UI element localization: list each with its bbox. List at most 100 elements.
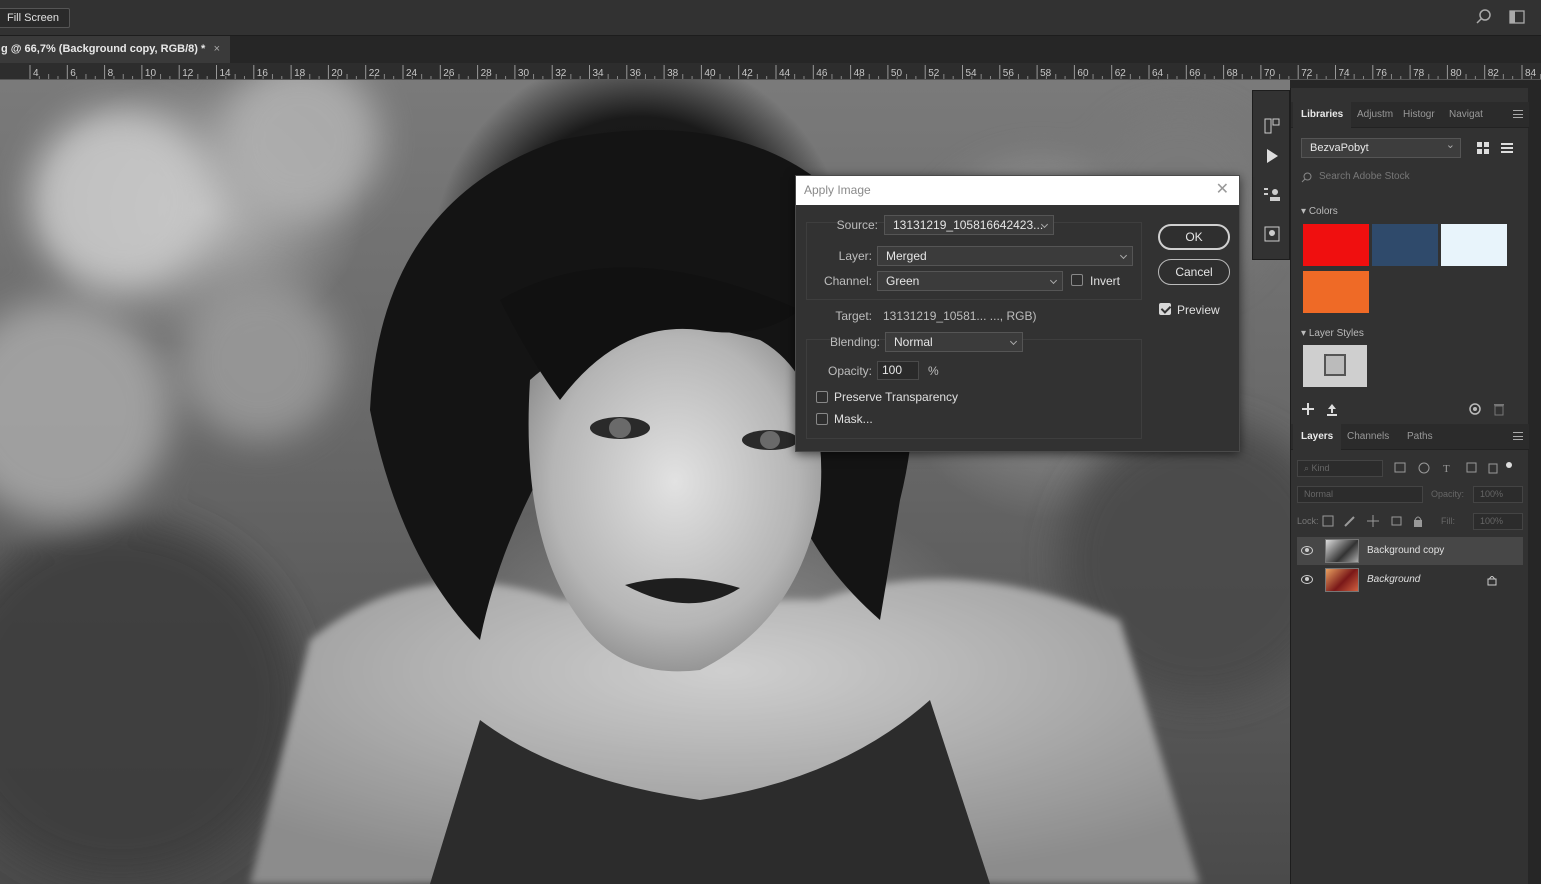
lock-icons[interactable]	[1321, 514, 1431, 528]
ruler-label: 18	[294, 68, 306, 79]
ruler-label: 8	[108, 68, 114, 79]
upload-icon[interactable]	[1325, 402, 1339, 416]
panel-menu-icon[interactable]	[1513, 110, 1523, 118]
layer-filter-icons[interactable]: T	[1393, 461, 1513, 475]
colors-header-label: Colors	[1308, 206, 1338, 217]
layer-select[interactable]: Merged	[877, 246, 1133, 266]
color-swatch-3[interactable]	[1441, 224, 1507, 266]
document-tab[interactable]: g @ 66,7% (Background copy, RGB/8) * ×	[0, 36, 230, 63]
preview-label[interactable]: Preview	[1177, 303, 1220, 317]
color-swatch-2[interactable]	[1372, 224, 1438, 266]
clone-source-icon[interactable]	[1263, 225, 1281, 243]
creative-cloud-icon[interactable]	[1467, 402, 1483, 416]
target-label: Target:	[835, 309, 872, 323]
color-swatch-1[interactable]	[1303, 224, 1369, 266]
ruler-label: 32	[555, 68, 567, 79]
properties-icon[interactable]	[1263, 185, 1281, 203]
ruler-label: 66	[1189, 68, 1201, 79]
ruler-label: 56	[1003, 68, 1015, 79]
tab-channels[interactable]: Channels	[1347, 424, 1389, 450]
preserve-transparency-checkbox[interactable]	[816, 391, 828, 403]
ruler-label: 74	[1339, 68, 1351, 79]
fill-screen-button[interactable]: Fill Screen	[0, 8, 70, 28]
blending-label: Blending:	[829, 335, 880, 349]
ok-button[interactable]: OK	[1158, 224, 1230, 250]
tab-layers[interactable]: Layers	[1293, 424, 1342, 450]
source-select[interactable]: 13131219_105816642423...	[884, 215, 1054, 235]
layer-style-thumbnail[interactable]	[1303, 345, 1367, 387]
ruler-label: 4	[33, 68, 39, 79]
add-icon[interactable]	[1301, 402, 1315, 416]
tab-navigator[interactable]: Navigat	[1449, 102, 1491, 128]
search-icon[interactable]	[1475, 8, 1493, 26]
channel-label: Channel:	[823, 274, 872, 288]
ruler-label: 40	[704, 68, 716, 79]
layer-styles-section-header[interactable]: ▾ Layer Styles	[1301, 328, 1364, 339]
trash-icon[interactable]	[1493, 402, 1505, 416]
ruler-label: 46	[816, 68, 828, 79]
tab-libraries[interactable]: Libraries	[1293, 102, 1352, 128]
ruler-ticks: 4 6 8 10 12 14 16 18 20 22 24 26 28 30 32 34 36 38 40 42 44 4…	[29, 65, 1541, 79]
color-swatch-4[interactable]	[1303, 271, 1369, 313]
channel-select[interactable]: Green	[877, 271, 1063, 291]
eye-icon[interactable]	[1301, 575, 1313, 584]
lock-label: Lock:	[1297, 516, 1319, 526]
preview-checkbox[interactable]	[1159, 303, 1171, 315]
layer-row-background[interactable]: Background	[1297, 566, 1523, 594]
ruler-label: 72	[1301, 68, 1313, 79]
eye-icon[interactable]	[1301, 546, 1313, 555]
history-icon[interactable]	[1263, 117, 1281, 135]
tab-histogram[interactable]: Histogr	[1403, 102, 1443, 128]
apply-image-dialog: Apply Image ✕ Source: 13131219_105816642…	[795, 175, 1240, 452]
layer-row-background-copy[interactable]: Background copy	[1297, 537, 1523, 565]
ruler-label: 6	[70, 68, 76, 79]
library-select[interactable]: BezvaPobyt	[1301, 136, 1461, 158]
tab-adjustments[interactable]: Adjustm	[1357, 102, 1397, 128]
ruler-label: 62	[1115, 68, 1127, 79]
invert-checkbox[interactable]	[1071, 274, 1083, 286]
close-icon[interactable]: ✕	[1216, 176, 1229, 204]
close-tab-icon[interactable]: ×	[214, 36, 220, 63]
tab-paths[interactable]: Paths	[1407, 424, 1433, 450]
colors-section-header[interactable]: ▾ Colors	[1301, 206, 1338, 217]
ruler-label: 14	[220, 68, 232, 79]
blending-select[interactable]: Normal	[885, 332, 1023, 352]
layer-opacity-input[interactable]: 100%	[1473, 486, 1523, 503]
play-actions-icon[interactable]	[1263, 147, 1281, 165]
panel-icon-strip	[1252, 90, 1290, 260]
stock-search-input[interactable]: Search Adobe Stock	[1299, 168, 1521, 186]
mask-label[interactable]: Mask...	[834, 412, 873, 426]
cancel-button[interactable]: Cancel	[1158, 259, 1230, 285]
search-icon	[1301, 172, 1312, 183]
ruler-label: 78	[1413, 68, 1425, 79]
libraries-tab-bar: Libraries Adjustm Histogr Navigat	[1291, 102, 1529, 128]
options-bar: Fill Screen	[0, 0, 1541, 36]
opacity-input[interactable]: 100	[877, 361, 919, 380]
ruler-label: 84	[1525, 68, 1537, 79]
list-view-icon[interactable]	[1499, 140, 1515, 156]
layer-name: Background	[1367, 574, 1421, 585]
ruler-label: 64	[1152, 68, 1164, 79]
dialog-title: Apply Image	[804, 183, 871, 197]
fill-label: Fill:	[1441, 516, 1455, 526]
layer-fill-input[interactable]: 100%	[1473, 513, 1523, 530]
ruler-label: 10	[145, 68, 157, 79]
grid-view-icon[interactable]	[1475, 140, 1491, 156]
mask-checkbox[interactable]	[816, 413, 828, 425]
ruler-label: 50	[891, 68, 903, 79]
ruler-label: 24	[406, 68, 418, 79]
ruler-label: 20	[331, 68, 343, 79]
document-tab-bar: g @ 66,7% (Background copy, RGB/8) * ×	[0, 36, 1541, 63]
horizontal-ruler: 4 6 8 10 12 14 16 18 20 22 24 26 28 30 32 34 36 38 40 42 44 4…	[0, 63, 1541, 80]
workspace-icon[interactable]	[1508, 8, 1526, 26]
preserve-transparency-label[interactable]: Preserve Transparency	[834, 390, 958, 404]
ruler-label: 28	[481, 68, 493, 79]
filter-kind-select[interactable]: ⌕ Kind	[1297, 460, 1383, 477]
ruler-label: 26	[443, 68, 455, 79]
invert-label[interactable]: Invert	[1090, 274, 1120, 288]
ruler-label: 12	[182, 68, 194, 79]
blend-mode-select[interactable]: Normal	[1297, 486, 1423, 503]
ruler-label: 80	[1450, 68, 1462, 79]
ruler-label: 22	[369, 68, 381, 79]
layers-panel-menu-icon[interactable]	[1513, 432, 1523, 440]
